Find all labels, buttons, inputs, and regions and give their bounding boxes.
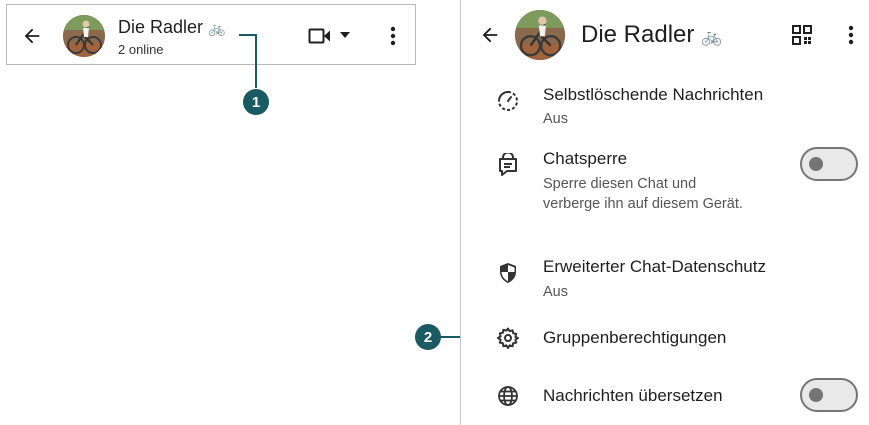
globe-icon xyxy=(495,383,521,409)
setting-translate-messages[interactable]: Nachrichten übersetzen xyxy=(461,376,869,416)
video-call-icon xyxy=(308,28,330,44)
online-status: 2 online xyxy=(118,42,164,57)
disappearing-timer-icon xyxy=(495,88,521,114)
settings-back-button[interactable] xyxy=(475,20,505,50)
shield-icon xyxy=(495,260,521,286)
setting-title: Chatsperre xyxy=(543,149,628,168)
toggle-knob xyxy=(809,388,823,402)
chat-header: Die Radler 🚲 2 online xyxy=(6,4,416,65)
callout-1-leader-v xyxy=(255,34,257,88)
setting-subtitle: Aus xyxy=(543,111,568,127)
group-settings-panel: Die Radler 🚲 Selbstlöschende Nachrichten… xyxy=(460,0,869,425)
setting-title: Gruppenberechtigungen xyxy=(543,328,727,347)
bicycle-emoji-icon: 🚲 xyxy=(701,27,723,46)
setting-subtitle: Aus xyxy=(543,284,568,300)
back-button[interactable] xyxy=(17,21,47,51)
video-call-button[interactable] xyxy=(305,21,335,51)
gear-icon xyxy=(495,325,521,351)
more-vertical-icon xyxy=(390,26,396,46)
chat-title[interactable]: Die Radler 🚲 xyxy=(118,17,226,38)
more-options-button[interactable] xyxy=(839,20,863,50)
group-name-text: Die Radler xyxy=(581,21,695,48)
back-arrow-icon xyxy=(24,28,40,44)
setting-advanced-chat-privacy[interactable]: Erweiterter Chat-Datenschutz Aus xyxy=(461,254,869,310)
setting-title: Erweiterter Chat-Datenschutz xyxy=(543,257,766,276)
setting-title: Nachrichten übersetzen xyxy=(543,386,723,405)
setting-chat-lock[interactable]: Chatsperre Sperre diesen Chat und verber… xyxy=(461,146,869,242)
translate-toggle[interactable] xyxy=(800,378,858,412)
back-arrow-icon xyxy=(482,27,498,43)
qr-code-button[interactable] xyxy=(789,22,815,48)
chat-title-text: Die Radler xyxy=(118,17,204,37)
chat-lock-toggle[interactable] xyxy=(800,147,858,181)
setting-title: Selbstlöschende Nachrichten xyxy=(543,85,764,104)
setting-group-permissions[interactable]: Gruppenberechtigungen xyxy=(461,322,869,356)
more-vertical-icon xyxy=(848,25,854,45)
bicycle-emoji-icon: 🚲 xyxy=(208,20,226,36)
chat-lock-icon xyxy=(495,152,521,178)
chevron-down-icon xyxy=(340,32,350,38)
group-avatar[interactable] xyxy=(63,15,105,57)
more-options-button[interactable] xyxy=(381,21,405,51)
setting-subtitle: Sperre diesen Chat und verberge ihn auf … xyxy=(543,176,743,212)
group-name: Die Radler 🚲 xyxy=(581,21,722,49)
group-avatar-large[interactable] xyxy=(515,10,565,60)
callout-badge-2: 2 xyxy=(415,324,441,350)
setting-disappearing-messages[interactable]: Selbstlöschende Nachrichten Aus xyxy=(461,80,869,136)
qr-code-icon xyxy=(792,25,812,45)
toggle-knob xyxy=(809,157,823,171)
video-options-dropdown[interactable] xyxy=(337,27,353,43)
callout-badge-1: 1 xyxy=(243,89,269,115)
